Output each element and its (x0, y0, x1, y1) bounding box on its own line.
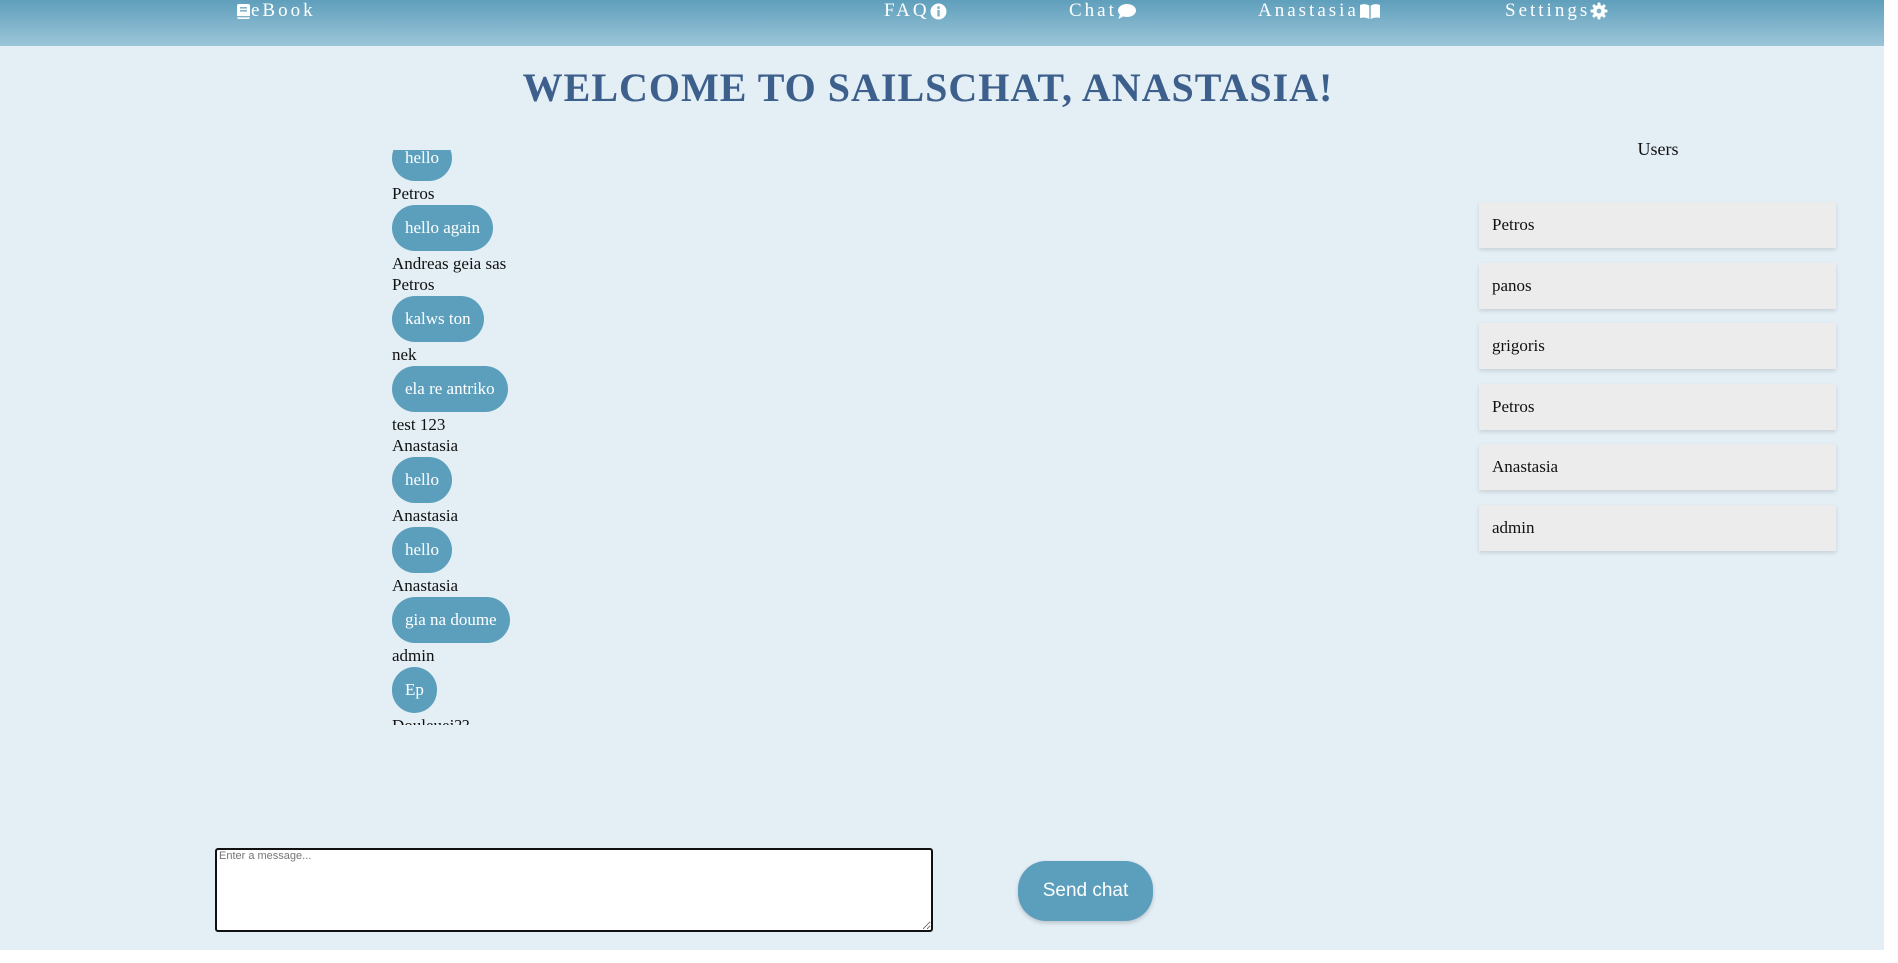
user-list-item[interactable]: Anastasia (1479, 444, 1836, 490)
nav-faq-label: FAQ (884, 0, 930, 21)
message-sender-or-text: Petros (392, 275, 435, 294)
send-chat-button[interactable]: Send chat (1018, 861, 1153, 921)
user-list-item[interactable]: Petros (1479, 202, 1836, 248)
message-bubble: gia na doume (392, 597, 510, 643)
message-sender-or-text: Anastasia (392, 576, 459, 595)
nav-chat-link[interactable]: Chat (1069, 0, 1137, 22)
message-sender-or-text: Anastasia (392, 506, 459, 525)
message-sender-or-text: admin (392, 646, 435, 665)
page-title: WELCOME TO SAILSCHAT, ANASTASIA! (522, 65, 1334, 110)
nav-user-link[interactable]: Anastasia (1258, 0, 1381, 22)
nav-faq-link[interactable]: FAQ (884, 0, 947, 22)
message-sender-or-text: Andreas geia sas (392, 254, 507, 273)
message-bubble: hello (392, 527, 452, 573)
nav-user-label: Anastasia (1258, 0, 1359, 21)
open-book-icon (1359, 3, 1381, 20)
message-bubble: Ep (392, 667, 437, 713)
nav-settings-link[interactable]: Settings (1505, 0, 1608, 22)
app-page: eBook FAQ Chat Anastasia Settings WELCOM… (0, 0, 1884, 950)
nav-ebook-link[interactable]: eBook (236, 0, 316, 22)
message-sender-or-text: Anastasia (392, 436, 459, 455)
message-sender-or-text: nek (392, 345, 417, 364)
user-list-item[interactable]: grigoris (1479, 323, 1836, 369)
message-sender-or-text: Douleuei?? (392, 716, 469, 725)
message-sender-or-text: test 123 (392, 415, 446, 434)
user-list-item[interactable]: Petros (1479, 384, 1836, 430)
comment-icon (1117, 3, 1137, 20)
top-navbar: eBook FAQ Chat Anastasia Settings (0, 0, 1884, 46)
message-bubble: hello (392, 150, 452, 181)
nav-chat-label: Chat (1069, 0, 1117, 21)
user-list-item[interactable]: panos (1479, 263, 1836, 309)
user-list-item[interactable]: admin (1479, 505, 1836, 551)
users-heading: Users (1637, 139, 1679, 159)
message-bubble: ela re antriko (392, 366, 508, 412)
message-input[interactable] (215, 848, 933, 932)
chat-message-list[interactable]: hello Petros hello again Andreas geia sas Pe… (392, 150, 1092, 725)
info-circle-icon (930, 3, 947, 20)
book-icon (236, 3, 251, 20)
message-sender-or-text: Petros (392, 184, 435, 203)
message-bubble: hello (392, 457, 452, 503)
message-bubble: hello again (392, 205, 494, 251)
message-bubble: kalws ton (392, 296, 484, 342)
nav-ebook-label: eBook (251, 0, 316, 21)
nav-settings-label: Settings (1505, 0, 1591, 21)
gear-icon (1590, 2, 1608, 20)
